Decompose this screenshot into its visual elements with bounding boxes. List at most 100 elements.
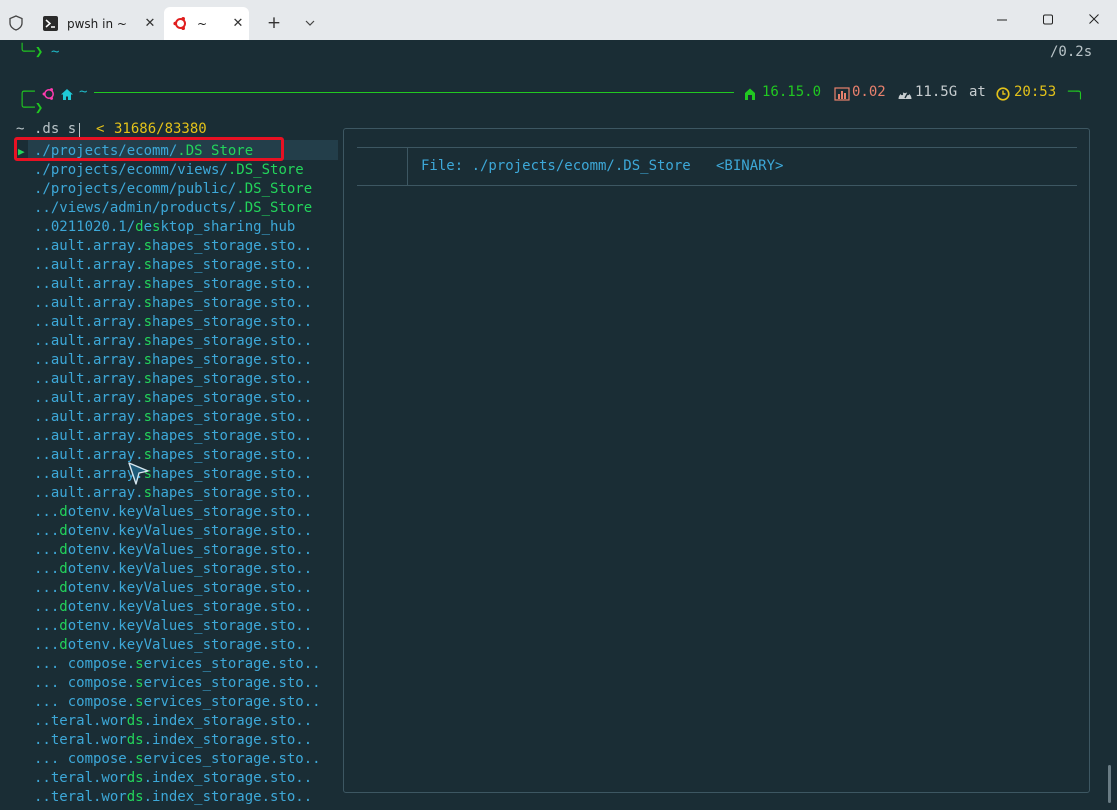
list-item[interactable]: ..ault.array.shapes_storage.sto.. xyxy=(18,484,336,503)
prompt-arrow: ╰─❯ xyxy=(18,100,44,116)
list-item[interactable]: ..ault.array.shapes_storage.sto.. xyxy=(18,389,336,408)
list-item[interactable]: ..ault.array.shapes_storage.sto.. xyxy=(18,408,336,427)
path-segment: ..ault.array. xyxy=(34,333,144,349)
path-segment: ... compose. xyxy=(34,675,136,691)
list-item[interactable]: ./projects/ecomm/public/.DS_Store xyxy=(18,180,336,199)
prompt-time: 20:53 xyxy=(1014,84,1057,100)
path-segment: ../views/admin/products/ xyxy=(34,200,237,216)
close-icon xyxy=(1089,14,1099,24)
list-item[interactable]: ... compose.services_storage.sto.. xyxy=(18,693,336,712)
match-highlight: d xyxy=(59,599,68,615)
minimize-icon xyxy=(997,19,1007,21)
path-segment: otenv.keyValues_storage.sto.. xyxy=(67,504,313,520)
list-item[interactable]: ...dotenv.keyValues_storage.sto.. xyxy=(18,503,336,522)
list-item[interactable]: ..teral.words.index_storage.sto.. xyxy=(18,788,336,807)
path-segment: .index_storage.sto.. xyxy=(143,789,313,805)
list-item[interactable]: ..teral.words.index_storage.sto.. xyxy=(18,731,336,750)
list-item[interactable]: ...dotenv.keyValues_storage.sto.. xyxy=(18,617,336,636)
list-item[interactable]: ..ault.array.shapes_storage.sto.. xyxy=(18,427,336,446)
close-tab-icon[interactable]: ✕ xyxy=(139,16,161,31)
path-segment: hapes_storage.sto.. xyxy=(152,447,313,463)
list-item[interactable]: ..ault.array.shapes_storage.sto.. xyxy=(18,275,336,294)
match-highlight: d xyxy=(59,637,68,653)
match-highlight: ds xyxy=(126,789,144,805)
path-segment: hapes_storage.sto.. xyxy=(152,352,313,368)
path-segment: otenv.keyValues_storage.sto.. xyxy=(67,542,313,558)
shield-icon xyxy=(9,15,23,31)
path-segment: ... xyxy=(34,637,60,653)
path-segment: ..ault.array. xyxy=(34,314,144,330)
list-item[interactable]: ..ault.array.shapes_storage.sto.. xyxy=(18,370,336,389)
list-item[interactable]: ..ault.array.shapes_storage.sto.. xyxy=(18,351,336,370)
tab-dropdown-chevron-down-icon[interactable] xyxy=(298,12,322,34)
list-item[interactable]: ...dotenv.keyValues_storage.sto.. xyxy=(18,560,336,579)
new-tab-button[interactable]: + xyxy=(262,12,286,34)
match-highlight: s xyxy=(143,352,153,368)
match-highlight: s xyxy=(143,238,153,254)
path-segment: ... xyxy=(34,561,60,577)
list-item[interactable]: ... compose.services_storage.sto.. xyxy=(18,674,336,693)
tab-pwsh[interactable]: pwsh in ~ ✕ xyxy=(34,7,161,40)
path-segment: otenv.keyValues_storage.sto.. xyxy=(67,580,313,596)
list-item[interactable]: ...dotenv.keyValues_storage.sto.. xyxy=(18,579,336,598)
list-item[interactable]: ..teral.words.index_storage.sto.. xyxy=(18,769,336,788)
window-titlebar: pwsh in ~ ✕ ~ ✕ + xyxy=(0,0,1117,40)
path-segment: ..ault.array. xyxy=(34,371,144,387)
path-segment: otenv.keyValues_storage.sto.. xyxy=(67,561,313,577)
list-item[interactable]: ... compose.services_storage.sto.. xyxy=(18,655,336,674)
list-item[interactable]: ..0211020.1/desktop_sharing_hub xyxy=(18,218,336,237)
list-item[interactable]: ..ault.array.shapes_storage.sto.. xyxy=(18,446,336,465)
path-segment: hapes_storage.sto.. xyxy=(152,409,313,425)
node-icon xyxy=(743,86,757,105)
path-segment: ..ault.array. xyxy=(34,257,144,273)
match-highlight: s xyxy=(143,295,153,311)
path-segment: e xyxy=(143,219,153,235)
match-highlight: d xyxy=(59,523,68,539)
maximize-button[interactable] xyxy=(1025,10,1071,30)
list-item[interactable]: ..teral.words.index_storage.sto.. xyxy=(18,712,336,731)
match-highlight: s xyxy=(143,314,153,330)
prompt-path: ~ xyxy=(79,84,88,100)
close-window-button[interactable] xyxy=(1071,10,1117,30)
match-highlight: d xyxy=(59,580,68,596)
path-segment: otenv.keyValues_storage.sto.. xyxy=(67,618,313,634)
path-segment: ..ault.array. xyxy=(34,390,144,406)
list-item[interactable]: ...dotenv.keyValues_storage.sto.. xyxy=(18,541,336,560)
path-segment: ... xyxy=(34,523,60,539)
list-item[interactable]: ...dotenv.keyValues_storage.sto.. xyxy=(18,522,336,541)
list-item[interactable]: ..ault.array.shapes_storage.sto.. xyxy=(18,332,336,351)
minimize-button[interactable] xyxy=(979,10,1025,30)
path-segment: ... xyxy=(34,618,60,634)
tab-ubuntu[interactable]: ~ ✕ xyxy=(164,7,249,40)
close-tab-icon[interactable]: ✕ xyxy=(227,16,249,31)
path-segment: ervices_storage.sto.. xyxy=(143,751,321,767)
path-segment: ..ault.array. xyxy=(34,409,144,425)
list-item[interactable]: ..ault.array.shapes_storage.sto.. xyxy=(18,237,336,256)
file-list[interactable]: ./projects/ecomm/.DS_Store ./projects/eco… xyxy=(18,142,336,807)
path-segment: otenv.keyValues_storage.sto.. xyxy=(67,523,313,539)
list-item[interactable]: ./projects/ecomm/views/.DS_Store xyxy=(18,161,336,180)
list-item[interactable]: ..ault.array.shapes_storage.sto.. xyxy=(18,313,336,332)
list-item[interactable]: ... compose.services_storage.sto.. xyxy=(18,750,336,769)
clock-icon xyxy=(996,86,1010,105)
match-highlight: d xyxy=(59,504,68,520)
list-item[interactable]: ..ault.array.shapes_storage.sto.. xyxy=(18,256,336,275)
match-highlight: s xyxy=(143,257,153,273)
list-item[interactable]: ..ault.array.shapes_storage.sto.. xyxy=(18,294,336,313)
search-query-input[interactable]: .ds s xyxy=(34,121,76,137)
path-segment: hapes_storage.sto.. xyxy=(152,390,313,406)
match-highlight: ds xyxy=(126,770,144,786)
match-count: 31686/83380 xyxy=(114,121,207,137)
list-item[interactable]: ...dotenv.keyValues_storage.sto.. xyxy=(18,598,336,617)
path-segment: hapes_storage.sto.. xyxy=(152,257,313,273)
path-segment: hapes_storage.sto.. xyxy=(152,238,313,254)
list-item[interactable]: ..ault.array.shapes_storage.sto.. xyxy=(18,465,336,484)
list-item[interactable]: ...dotenv.keyValues_storage.sto.. xyxy=(18,636,336,655)
path-segment: ..teral.wor xyxy=(34,789,127,805)
terminal-scrollbar[interactable] xyxy=(1108,765,1111,803)
match-highlight: s xyxy=(143,276,153,292)
path-segment: ktop_sharing_hub xyxy=(160,219,296,235)
match-highlight: s xyxy=(135,694,144,710)
list-item[interactable]: ../views/admin/products/.DS_Store xyxy=(18,199,336,218)
path-segment: ..ault.array. xyxy=(34,352,144,368)
